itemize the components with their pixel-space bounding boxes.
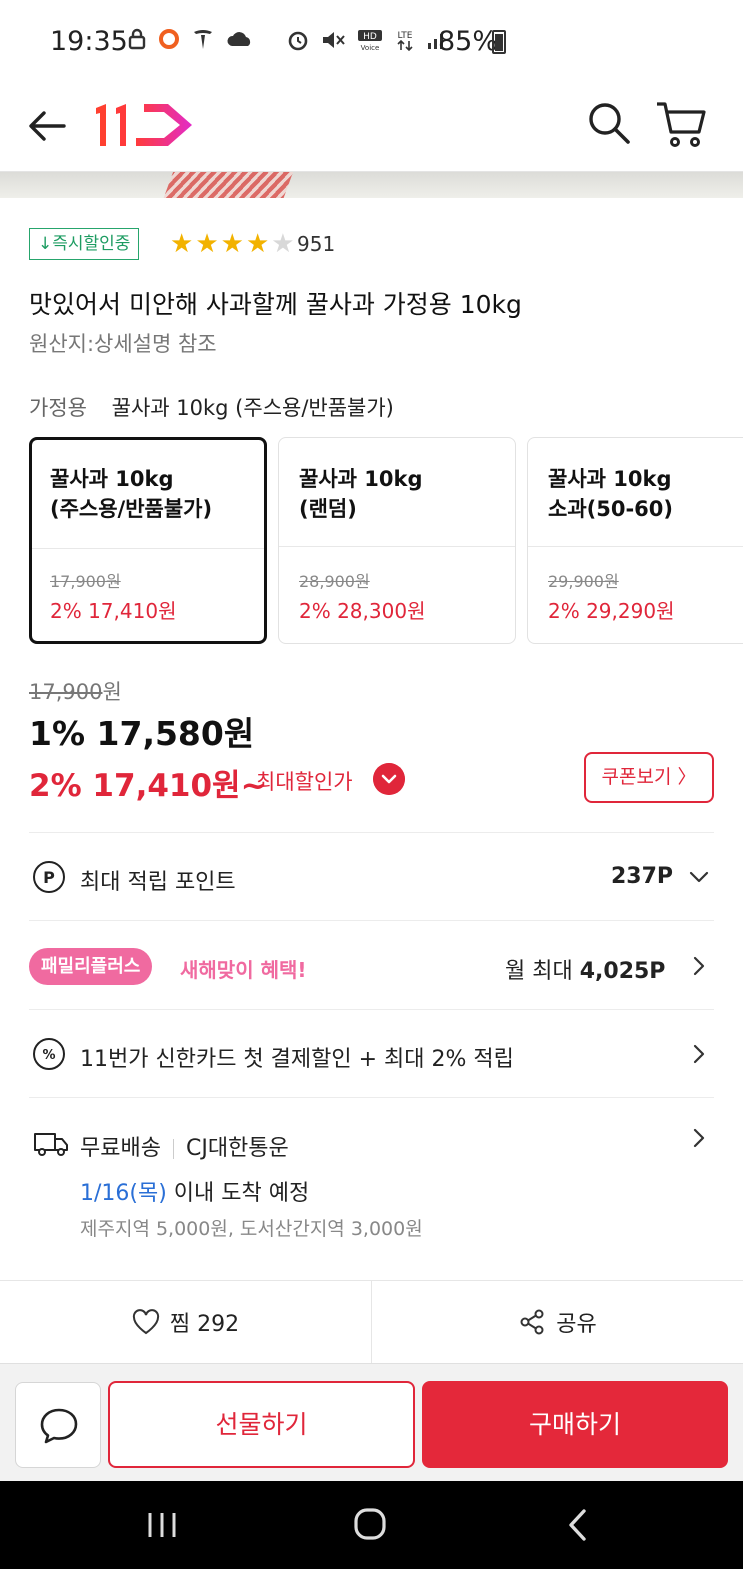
status-bar: 19:35 HD Voice LTE 85% xyxy=(0,0,743,86)
option-card-1[interactable]: 꿀사과 10kg (주스용/반품불가) 17,900원 2% 17,410원 xyxy=(29,437,267,644)
status-time: 19:35 xyxy=(50,26,128,57)
like-button[interactable]: 찜 292 xyxy=(0,1281,372,1363)
share-label: 공유 xyxy=(556,1312,597,1337)
app-header xyxy=(0,86,743,172)
truck-icon xyxy=(34,1133,68,1156)
option-card-2[interactable]: 꿀사과 10kg (랜덤) 28,900원 2% 28,300원 xyxy=(278,437,516,644)
family-plus-badge[interactable]: 패밀리플러스 xyxy=(29,948,153,985)
chevron-right-icon[interactable] xyxy=(690,1127,708,1149)
arrival-estimate: 1/16(목) 이내 도착 예정 xyxy=(80,1175,309,1207)
percent-icon: % xyxy=(33,1038,65,1070)
purchase-bar: 선물하기 구매하기 xyxy=(0,1363,743,1481)
coupon-label: 쿠폰보기 xyxy=(601,766,672,788)
search-icon[interactable] xyxy=(584,98,634,148)
shipping-fee-note: 제주지역 5,000원, 도서산간지역 3,000원 xyxy=(80,1218,423,1240)
selected-option: 가정용 꿀사과 10kg (주스용/반품불가) xyxy=(29,392,394,422)
like-share-bar: 찜 292 공유 xyxy=(0,1281,743,1363)
option-value: 꿀사과 10kg (주스용/반품불가) xyxy=(111,396,394,420)
cloud-icon xyxy=(227,32,251,46)
star-empty-icon: ★ xyxy=(271,229,295,259)
mute-icon xyxy=(323,32,345,48)
share-icon xyxy=(520,1309,544,1335)
gift-button[interactable]: 선물하기 xyxy=(108,1381,415,1468)
chevron-right-icon[interactable] xyxy=(690,1043,708,1065)
arrival-text: 이내 도착 예정 xyxy=(166,1181,310,1206)
coupon-button[interactable]: 쿠폰보기 〉 xyxy=(584,752,714,803)
battery-percent: 85% xyxy=(438,26,499,57)
shipping-info: 무료배송 CJ대한통운 xyxy=(80,1130,289,1162)
svg-text:Voice: Voice xyxy=(361,44,380,52)
original-price-unit: 원 xyxy=(102,680,122,704)
like-label: 찜 xyxy=(169,1312,191,1337)
star-icon: ★ xyxy=(245,229,270,259)
chevron-down-icon[interactable] xyxy=(373,763,405,795)
system-icons: HD Voice LTE xyxy=(286,28,448,52)
product-title: 맛있어서 미안해 사과할께 꿀사과 가정용 10kg xyxy=(29,290,522,319)
option-sale-price: 2% 17,410원 xyxy=(50,599,177,623)
family-plus-text[interactable]: 새해맞이 혜택! xyxy=(180,954,306,983)
nav-back-icon[interactable] xyxy=(566,1508,588,1542)
svg-text:%: % xyxy=(42,1048,55,1063)
hd-voice-icon: HD Voice xyxy=(358,30,382,52)
option-original-price: 17,900원 xyxy=(50,572,121,591)
original-price-number: 17,900 xyxy=(29,680,103,704)
max-discount-label[interactable]: 최대할인가 xyxy=(256,766,353,796)
original-price: 17,900원 xyxy=(29,676,122,706)
tesla-icon xyxy=(194,30,212,49)
option-name: 꿀사과 10kg (랜덤) xyxy=(299,467,423,521)
option-sale-price: 2% 28,300원 xyxy=(299,599,426,623)
alarm-icon xyxy=(288,31,308,51)
home-icon[interactable] xyxy=(353,1507,387,1541)
shipping-type: 무료배송 xyxy=(80,1136,161,1161)
main-price: 1% 17,580원 xyxy=(29,714,255,753)
point-icon: P xyxy=(33,861,65,893)
svg-text:P: P xyxy=(43,868,55,887)
option-original-price: 28,900원 xyxy=(299,572,370,591)
circle-icon xyxy=(159,29,179,49)
chevron-right-icon[interactable] xyxy=(690,955,708,977)
heart-icon xyxy=(132,1309,159,1335)
shipping-carrier: CJ대한통운 xyxy=(185,1136,289,1161)
star-icon: ★ xyxy=(220,229,244,259)
family-plus-max-label: 월 최대 xyxy=(505,959,573,984)
like-count: 292 xyxy=(197,1312,240,1337)
option-card-3[interactable]: 꿀사과 10kg 소과(50-60) 29,900원 2% 29,290원 xyxy=(527,437,743,644)
card-promo-text[interactable]: 11번가 신한카드 첫 결제할인 + 최대 2% 적립 xyxy=(80,1041,514,1073)
product-image-bottom xyxy=(0,172,743,198)
star-icon: ★ xyxy=(195,229,219,259)
chat-icon xyxy=(40,1408,78,1444)
chevron-right-icon: 〉 xyxy=(677,766,697,788)
option-name: 꿀사과 10kg 소과(50-60) xyxy=(548,467,673,521)
max-point-label: 최대 적립 포인트 xyxy=(80,870,236,895)
option-original-price: 29,900원 xyxy=(548,572,619,591)
svg-text:LTE: LTE xyxy=(398,31,413,41)
share-button[interactable]: 공유 xyxy=(372,1281,743,1363)
rating-stars: ★ ★ ★ ★ ★ xyxy=(170,228,295,260)
buy-button[interactable]: 구매하기 xyxy=(422,1381,728,1468)
chat-button[interactable] xyxy=(15,1382,101,1468)
logo-11st[interactable] xyxy=(92,100,196,150)
option-sale-price: 2% 29,290원 xyxy=(548,599,675,623)
lock-icon xyxy=(128,28,146,50)
max-point-value: 237P xyxy=(611,864,674,889)
notification-icons xyxy=(128,28,254,50)
option-name: 꿀사과 10kg (주스용/반품불가) xyxy=(50,467,213,521)
back-arrow-icon[interactable] xyxy=(24,102,72,150)
recent-apps-icon[interactable] xyxy=(146,1511,178,1539)
family-plus-max-value: 4,025P xyxy=(579,959,666,984)
option-label: 가정용 xyxy=(29,396,87,420)
star-icon: ★ xyxy=(170,229,194,259)
instant-discount-badge: ↓즉시할인중 xyxy=(29,228,140,260)
system-nav-bar xyxy=(0,1481,743,1569)
product-origin: 원산지:상세설명 참조 xyxy=(29,332,217,356)
arrival-date: 1/16(목) xyxy=(80,1181,167,1206)
lte-icon: LTE xyxy=(397,31,413,52)
review-count[interactable]: 951 xyxy=(297,232,335,256)
cart-icon[interactable] xyxy=(654,98,708,150)
family-plus-max: 월 최대 4,025P xyxy=(505,953,665,985)
svg-text:HD: HD xyxy=(363,32,377,42)
battery-icon xyxy=(492,30,506,54)
max-discount-price: 2% 17,410원~ xyxy=(29,768,267,804)
chevron-down-icon[interactable] xyxy=(688,868,710,886)
